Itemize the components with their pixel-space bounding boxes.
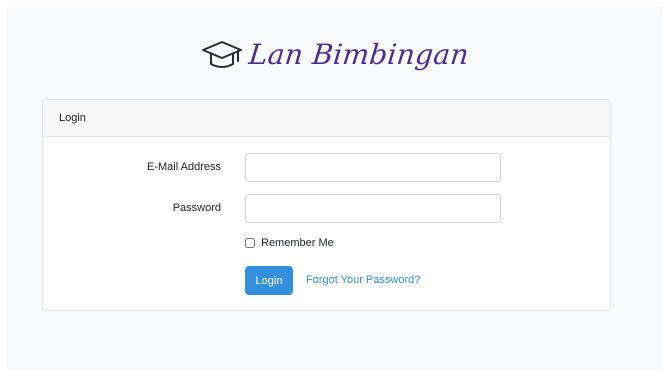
graduation-cap-icon [202, 41, 243, 68]
forgot-password-link[interactable]: Forgot Your Password? [306, 266, 420, 295]
brand-name: Lan Bimbingan [247, 38, 471, 71]
password-row: Password [43, 194, 610, 223]
page-background: Lan Bimbingan Login E-Mail Address Passw… [7, 7, 663, 371]
email-row: E-Mail Address [43, 153, 610, 182]
email-input[interactable] [245, 153, 501, 182]
card-header: Login [43, 100, 610, 137]
password-label: Password [172, 202, 221, 214]
login-card: Login E-Mail Address Password Remember M… [42, 99, 611, 311]
remember-checkbox[interactable] [245, 238, 255, 248]
remember-label: Remember Me [261, 237, 334, 249]
remember-me[interactable]: Remember Me [245, 235, 334, 251]
brand-link[interactable]: Lan Bimbingan [7, 33, 663, 77]
login-button[interactable]: Login [245, 266, 293, 295]
email-label: E-Mail Address [147, 161, 221, 173]
password-input[interactable] [245, 194, 501, 223]
